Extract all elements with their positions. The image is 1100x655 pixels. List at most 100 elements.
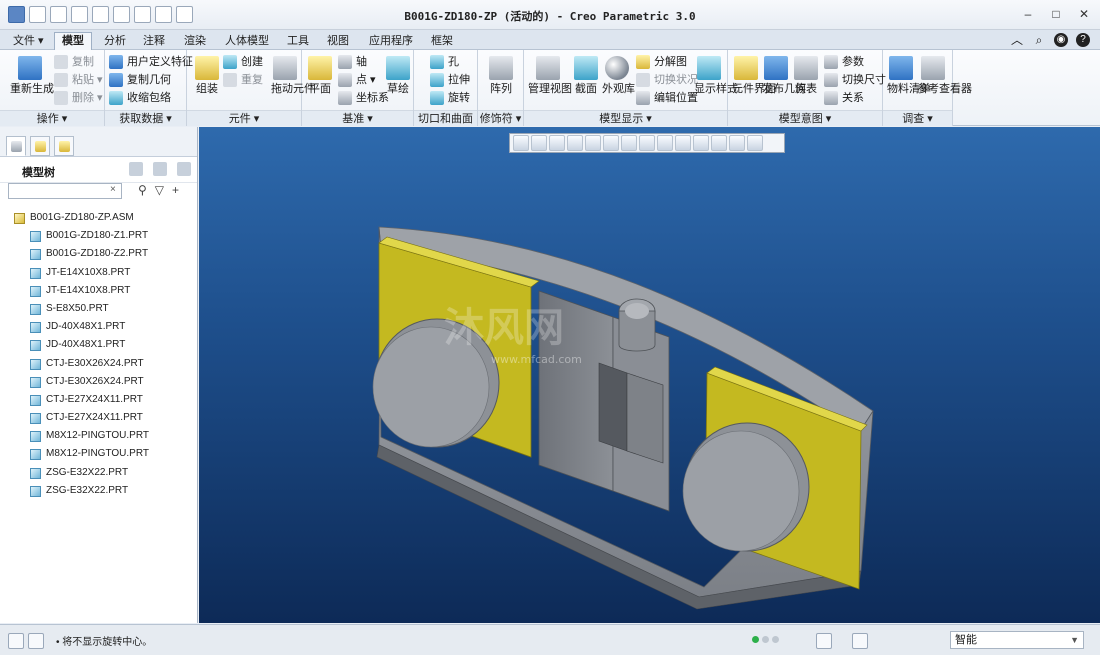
point-button[interactable]: 点 ▾ [338, 72, 376, 89]
pattern-button[interactable]: 阵列 [486, 56, 516, 95]
group-label-get-data[interactable]: 获取数据 ▾ [105, 110, 186, 126]
parameters-button[interactable]: 参数 [824, 54, 864, 71]
sketch-button[interactable]: 草绘 [384, 56, 412, 95]
tree-part-row[interactable]: JD-40X48X1.PRT [0, 318, 196, 336]
plane-button[interactable]: 平面 [306, 56, 334, 95]
udf-button[interactable]: 用户定义特征 [109, 54, 193, 71]
tree-part-row[interactable]: B001G-ZD180-Z2.PRT [0, 245, 196, 263]
copy-button[interactable]: 复制 [54, 54, 94, 71]
tab-annotate[interactable]: 注释 [136, 33, 172, 50]
tree-part-row[interactable]: CTJ-E30X26X24.PRT [0, 373, 196, 391]
tab-render[interactable]: 渲染 [177, 33, 213, 50]
hole-button[interactable]: 孔 [430, 54, 459, 71]
tree-part-row[interactable]: JD-40X48X1.PRT [0, 336, 196, 354]
tree-part-row[interactable]: B001G-ZD180-Z1.PRT [0, 227, 196, 245]
tree-part-row[interactable]: M8X12-PINGTOU.PRT [0, 445, 196, 463]
tree-part-row[interactable]: CTJ-E27X24X11.PRT [0, 409, 196, 427]
group-label-modifiers[interactable]: 修饰符 ▾ [478, 110, 523, 126]
toggle-navigator-icon[interactable] [8, 633, 24, 649]
hinge-assembly-model[interactable]: 沐风网 www.mfcad.com [199, 127, 1100, 623]
switch-dimensions-button[interactable]: 切换尺寸 [824, 72, 886, 89]
component-interface-button[interactable]: 元件界面 [732, 56, 776, 95]
group-label-operations[interactable]: 操作 ▾ [0, 110, 104, 126]
selection-filter-dropdown[interactable]: 智能 ▼ [950, 631, 1084, 649]
filter-icon[interactable]: ▽ [155, 183, 164, 197]
regenerate-button[interactable]: 重新生成 [10, 56, 54, 95]
family-table-button[interactable]: 族表 [792, 56, 820, 95]
selection-filter-icon[interactable] [852, 633, 868, 649]
tab-view[interactable]: 视图 [320, 33, 356, 50]
axis-button[interactable]: 轴 [338, 54, 367, 71]
tree-search-input[interactable] [8, 183, 122, 199]
clear-search-icon[interactable]: × [110, 184, 116, 195]
minimize-icon[interactable]: – [1020, 8, 1036, 20]
tree-part-row[interactable]: ZSG-E32X22.PRT [0, 464, 196, 482]
publish-geometry-button[interactable]: 发布几何 [762, 56, 806, 95]
relations-button[interactable]: 关系 [824, 90, 864, 107]
community-icon[interactable]: ◉ [1054, 33, 1068, 47]
tab-analysis[interactable]: 分析 [97, 33, 133, 50]
tree-part-row[interactable]: JT-E14X10X8.PRT [0, 282, 196, 300]
group-label-model-intent[interactable]: 模型意图 ▾ [728, 110, 882, 126]
tab-folder-browser[interactable] [30, 136, 50, 156]
extrude-button[interactable]: 拉伸 [430, 72, 470, 89]
manage-views-button[interactable]: 管理视图 [528, 56, 572, 95]
edit-position-button[interactable]: 编辑位置 [636, 90, 698, 107]
tree-part-row[interactable]: CTJ-E30X26X24.PRT [0, 355, 196, 373]
group-label-cut-surface[interactable]: 切口和曲面 ▾ [414, 110, 477, 141]
tree-item-label: CTJ-E27X24X11.PRT [46, 393, 143, 405]
toggle-status-button[interactable]: 切换状况 [636, 72, 698, 89]
assemble-button[interactable]: 组装 [191, 56, 223, 95]
tab-tools[interactable]: 工具 [280, 33, 316, 50]
tree-settings-icon[interactable] [129, 162, 143, 176]
section-icon [574, 56, 598, 80]
tree-root-assembly[interactable]: B001G-ZD180-ZP.ASM [0, 209, 196, 227]
shrinkwrap-button[interactable]: 收缩包络 [109, 90, 171, 107]
tab-framework[interactable]: 框架 [424, 33, 460, 50]
toggle-browser-icon[interactable] [28, 633, 44, 649]
tab-favorites[interactable] [54, 136, 74, 156]
tree-part-row[interactable]: S-E8X50.PRT [0, 300, 196, 318]
tree-item-label: JD-40X48X1.PRT [46, 321, 126, 333]
tab-applications[interactable]: 应用程序 [362, 33, 420, 50]
search-icon[interactable]: ⌕ [1032, 33, 1046, 47]
tree-part-row[interactable]: JT-E14X10X8.PRT [0, 264, 196, 282]
find-icon[interactable] [816, 633, 832, 649]
collapse-ribbon-icon[interactable]: ︿ [1010, 33, 1024, 47]
create-button[interactable]: 创建 [223, 54, 263, 71]
flag-icon[interactable] [778, 633, 794, 649]
tab-model-tree[interactable] [6, 136, 26, 156]
csys-icon [338, 91, 352, 105]
tree-show-icon[interactable] [153, 162, 167, 176]
repeat-button[interactable]: 重复 [223, 72, 263, 89]
tab-model[interactable]: 模型 [54, 32, 92, 51]
exploded-view-button[interactable]: 分解图 [636, 54, 687, 71]
display-style-button[interactable]: 显示样式 [694, 56, 738, 95]
add-icon[interactable]: + [172, 183, 179, 197]
paste-button[interactable]: 粘贴 ▾ [54, 72, 103, 89]
reference-viewer-button[interactable]: 参考查看器 [917, 56, 972, 95]
section-button[interactable]: 截面 [572, 56, 600, 95]
help-icon[interactable]: ? [1076, 33, 1090, 47]
appearance-gallery-button[interactable]: 外观库 [602, 56, 635, 95]
binoculars-icon[interactable]: ⚲ [138, 183, 147, 197]
bill-of-materials-button[interactable]: 物料清单 [887, 56, 931, 95]
group-label-datum[interactable]: 基准 ▾ [302, 110, 413, 126]
tree-part-row[interactable]: CTJ-E27X24X11.PRT [0, 391, 196, 409]
group-label-component[interactable]: 元件 ▾ [187, 110, 301, 126]
group-label-model-display[interactable]: 模型显示 ▾ [524, 110, 727, 126]
csys-button[interactable]: 坐标系 [338, 90, 389, 107]
tree-part-row[interactable]: ZSG-E32X22.PRT [0, 482, 196, 500]
close-icon[interactable]: ✕ [1076, 8, 1092, 20]
drag-components-button[interactable]: 拖动元件 [271, 56, 315, 95]
tab-file[interactable]: 文件 ▾ [6, 33, 51, 50]
group-label-investigate[interactable]: 调查 ▾ [883, 110, 952, 126]
maximize-icon[interactable]: □ [1048, 8, 1064, 20]
revolve-button[interactable]: 旋转 [430, 90, 470, 107]
tree-filter-icon[interactable] [177, 162, 191, 176]
copy-geometry-button[interactable]: 复制几何 [109, 72, 171, 89]
graphics-window[interactable]: 沐风网 www.mfcad.com [199, 127, 1100, 623]
delete-button[interactable]: 删除 ▾ [54, 90, 103, 107]
tab-manikin[interactable]: 人体模型 [218, 33, 276, 50]
tree-part-row[interactable]: M8X12-PINGTOU.PRT [0, 427, 196, 445]
